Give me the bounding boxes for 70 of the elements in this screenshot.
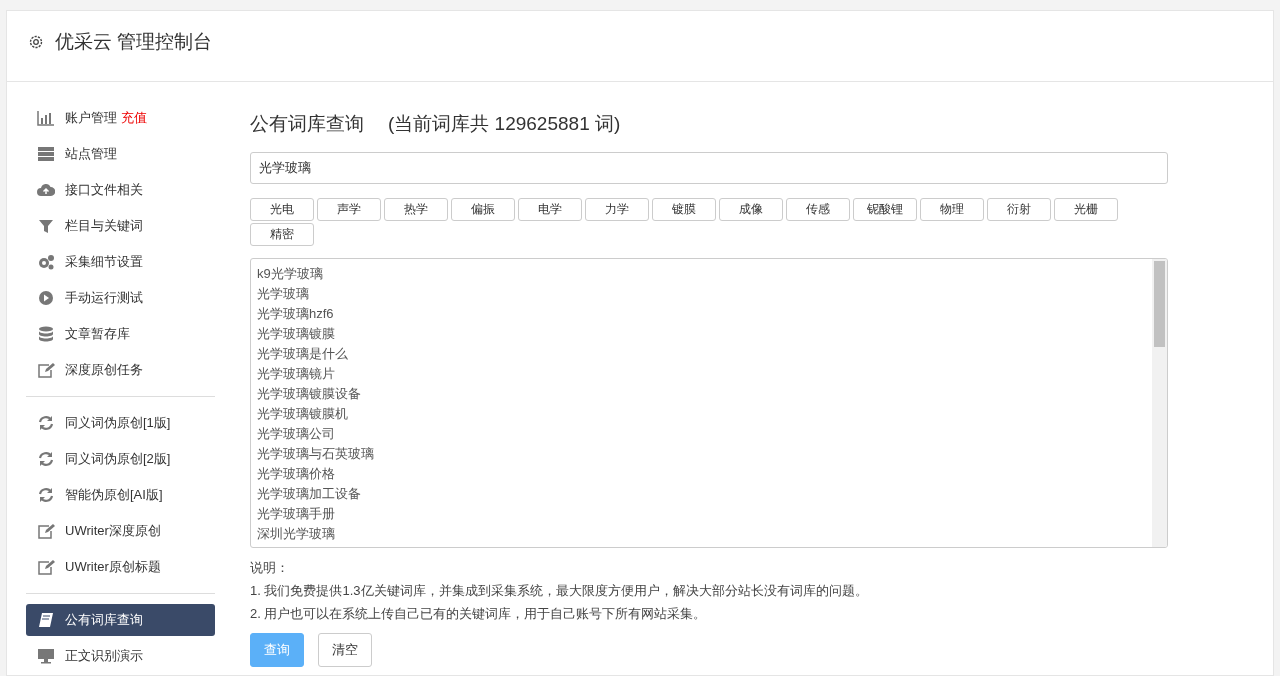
sidebar-item[interactable]: 栏目与关键词 [26,210,215,242]
result-item: 光学玻璃 [257,285,310,303]
recharge-link[interactable]: 充值 [121,109,147,127]
category-button[interactable]: 成像 [719,198,783,221]
sidebar-item[interactable]: 接口文件相关 [26,174,215,206]
result-item: 光学玻璃加工设备 [257,485,362,503]
refresh-icon [37,451,55,467]
database-icon [37,326,55,342]
result-item: 光学玻璃是什么 [257,345,349,363]
cloud-upload-icon [37,182,55,198]
sidebar-item[interactable]: 文章暂存库 [26,318,215,350]
result-item: 光学玻璃hzf6 [257,305,335,323]
clear-button[interactable]: 清空 [318,633,372,667]
category-button[interactable]: 光栅 [1054,198,1118,221]
category-button[interactable]: 电学 [518,198,582,221]
sidebar-item[interactable]: 深度原创任务 [26,354,215,386]
note-text: 1. 我们免费提供1.3亿关键词库，并集成到采集系统，最大限度方便用户，解决大部分站长没有词库的问题。 [250,582,869,600]
sidebar-item[interactable]: 公有词库查询 [26,604,215,636]
settings-icon [27,34,45,50]
edit-icon [37,523,55,539]
category-button[interactable]: 声学 [317,198,381,221]
sidebar-item[interactable]: 同义词伪原创[2版] [26,443,215,475]
note-text: 2. 用户也可以在系统上传自己已有的关键词库，用于自己账号下所有网站采集。 [250,605,708,623]
result-item: 光学玻璃公司 [257,425,336,443]
results-box[interactable]: k9光学玻璃 光学玻璃 光学玻璃hzf6 光学玻璃镀膜 光学玻璃是什么 光学玻璃镜片 光学玻璃镀膜设备 光学玻璃镀膜机 光学玻璃公司 光学玻璃与石英玻璃 光学玻璃价格 光学玻璃加工设备 光学玻璃手册 深圳光学玻璃 [250,258,1168,548]
notes-title: 说明： [250,559,290,577]
result-item: 光学玻璃价格 [257,465,336,483]
category-button[interactable]: 衍射 [987,198,1051,221]
server-icon [37,146,55,162]
result-item: k9光学玻璃 [257,265,324,283]
result-item: 光学玻璃手册 [257,505,336,523]
sidebar-item[interactable]: 手动运行测试 [26,282,215,314]
filter-icon [37,218,55,234]
sidebar-item[interactable]: 站点管理 [26,138,215,170]
edit-icon [37,362,55,378]
category-button[interactable]: 偏振 [451,198,515,221]
result-item: 光学玻璃镀膜设备 [257,385,362,403]
result-item: 光学玻璃镜片 [257,365,336,383]
category-button[interactable]: 精密 [250,223,314,246]
sidebar-item[interactable]: 正文识别演示 [26,640,215,672]
result-item: 光学玻璃镀膜 [257,325,336,343]
chart-icon [37,110,55,126]
sidebar-item[interactable]: 同义词伪原创[1版] [26,407,215,439]
category-button[interactable]: 物理 [920,198,984,221]
monitor-icon [37,648,55,664]
gears-icon [37,254,55,270]
console-title: 优采云 管理控制台 [55,30,213,54]
category-button[interactable]: 镀膜 [652,198,716,221]
sidebar-item[interactable]: 账户管理 充值 [26,102,215,134]
word-count: (当前词库共 129625881 词) [388,112,621,136]
edit-icon [37,559,55,575]
play-icon [37,290,55,306]
category-button[interactable]: 光电 [250,198,314,221]
result-item: 深圳光学玻璃 [257,525,336,543]
category-button[interactable]: 热学 [384,198,448,221]
sidebar-item[interactable]: 采集细节设置 [26,246,215,278]
category-button[interactable]: 力学 [585,198,649,221]
refresh-icon [37,487,55,503]
result-item: 光学玻璃与石英玻璃 [257,445,375,463]
refresh-icon [37,415,55,431]
book-icon [37,612,55,628]
page-title: 公有词库查询 [250,112,364,136]
category-button[interactable]: 传感 [786,198,850,221]
sidebar-item[interactable]: 智能伪原创[AI版] [26,479,215,511]
scrollbar[interactable] [1152,259,1167,547]
sidebar-item[interactable]: UWriter深度原创 [26,515,215,547]
sidebar-item[interactable]: UWriter原创标题 [26,551,215,583]
category-button[interactable]: 铌酸锂 [853,198,917,221]
search-field[interactable]: 光学玻璃 [250,152,1168,184]
result-item: 光学玻璃镀膜机 [257,405,349,423]
